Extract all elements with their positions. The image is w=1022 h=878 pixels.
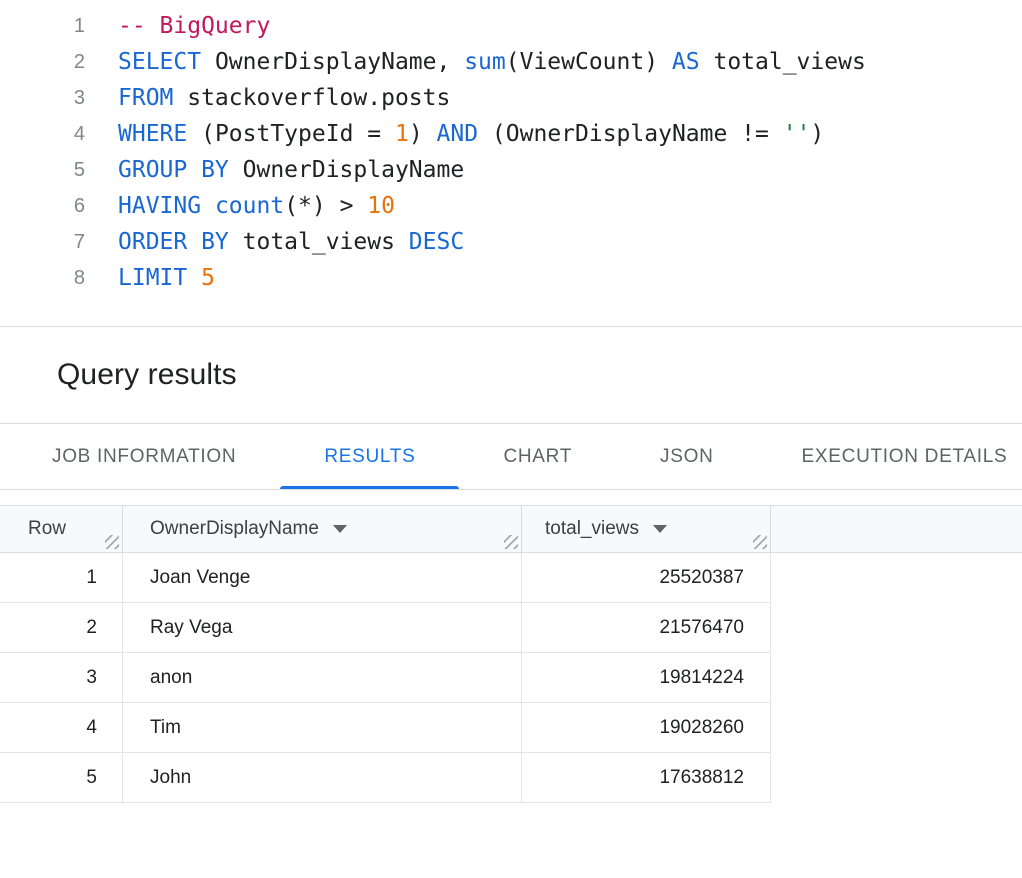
tab-job-information[interactable]: JOB INFORMATION bbox=[8, 424, 280, 489]
row-number-cell: 4 bbox=[0, 703, 123, 752]
line-number: 6 bbox=[0, 195, 85, 218]
code-token-number: 1 bbox=[395, 121, 409, 147]
tab-json[interactable]: JSON bbox=[616, 424, 757, 489]
row-number-cell: 1 bbox=[0, 553, 123, 602]
line-number: 7 bbox=[0, 231, 85, 254]
code-token-plain: OwnerDisplayName bbox=[229, 157, 464, 183]
column-header-row: Row bbox=[0, 506, 123, 552]
code-line[interactable]: 4 WHERE (PostTypeId = 1) AND (OwnerDispla… bbox=[0, 116, 1022, 152]
total-views-cell: 19028260 bbox=[522, 703, 771, 752]
code-text: LIMIT 5 bbox=[118, 265, 215, 291]
code-token-plain: stackoverflow.posts bbox=[173, 85, 450, 111]
code-text: FROM stackoverflow.posts bbox=[118, 85, 450, 111]
code-token-plain bbox=[201, 193, 215, 219]
code-token-plain: ) bbox=[409, 121, 437, 147]
code-text: WHERE (PostTypeId = 1) AND (OwnerDisplay… bbox=[118, 121, 824, 147]
tab-results[interactable]: RESULTS bbox=[280, 424, 459, 489]
code-line[interactable]: 5 GROUP BY OwnerDisplayName bbox=[0, 152, 1022, 188]
code-token-string: '' bbox=[783, 121, 811, 147]
total-views-cell: 21576470 bbox=[522, 603, 771, 652]
query-results-header: Query results bbox=[0, 327, 1022, 424]
total-views-cell: 17638812 bbox=[522, 753, 771, 802]
code-token-plain: (ViewCount) bbox=[506, 49, 672, 75]
total-views-cell: 25520387 bbox=[522, 553, 771, 602]
code-token-keyword: AND bbox=[437, 121, 479, 147]
row-number-cell: 2 bbox=[0, 603, 123, 652]
owner-display-name-cell: Ray Vega bbox=[123, 603, 522, 652]
code-line[interactable]: 3 FROM stackoverflow.posts bbox=[0, 80, 1022, 116]
code-token-keyword: LIMIT bbox=[118, 265, 187, 291]
results-tab-bar: JOB INFORMATIONRESULTSCHARTJSONEXECUTION… bbox=[0, 424, 1022, 490]
owner-display-name-cell: anon bbox=[123, 653, 522, 702]
table-header-row: Row OwnerDisplayName total_views bbox=[0, 505, 1022, 553]
owner-display-name-cell: Joan Venge bbox=[123, 553, 522, 602]
line-number: 2 bbox=[0, 51, 85, 74]
row-number-cell: 3 bbox=[0, 653, 123, 702]
tab-chart[interactable]: CHART bbox=[459, 424, 616, 489]
total-views-cell: 19814224 bbox=[522, 653, 771, 702]
code-line[interactable]: 6 HAVING count(*) > 10 bbox=[0, 188, 1022, 224]
code-token-function: count bbox=[215, 193, 284, 219]
code-line[interactable]: 1 -- BigQuery bbox=[0, 8, 1022, 44]
code-token-plain: (*) > bbox=[284, 193, 367, 219]
code-token-number: 10 bbox=[367, 193, 395, 219]
code-token-keyword: GROUP BY bbox=[118, 157, 229, 183]
code-token-comment: -- BigQuery bbox=[118, 13, 270, 39]
code-text: -- BigQuery bbox=[118, 13, 270, 39]
code-token-plain: total_views bbox=[229, 229, 409, 255]
query-results-title: Query results bbox=[57, 358, 237, 392]
owner-display-name-cell: John bbox=[123, 753, 522, 802]
code-text: SELECT OwnerDisplayName, sum(ViewCount) … bbox=[118, 49, 866, 75]
column-header-ownerdisplayname: OwnerDisplayName bbox=[123, 506, 522, 552]
table-row: 1Joan Venge25520387 bbox=[0, 553, 771, 603]
code-token-keyword: WHERE bbox=[118, 121, 187, 147]
line-number: 3 bbox=[0, 87, 85, 110]
code-token-keyword: SELECT bbox=[118, 49, 201, 75]
code-token-plain bbox=[187, 265, 201, 291]
table-row: 5John17638812 bbox=[0, 753, 771, 803]
code-line[interactable]: 2 SELECT OwnerDisplayName, sum(ViewCount)… bbox=[0, 44, 1022, 80]
column-dropdown-icon[interactable] bbox=[333, 525, 347, 533]
code-token-plain: (PostTypeId = bbox=[187, 121, 395, 147]
code-token-plain: (OwnerDisplayName != bbox=[478, 121, 783, 147]
sql-editor[interactable]: 1 -- BigQuery 2 SELECT OwnerDisplayName, su… bbox=[0, 0, 1022, 327]
column-header-label: total_views bbox=[545, 518, 639, 540]
header-filler bbox=[771, 506, 1022, 552]
column-header-total_views: total_views bbox=[522, 506, 771, 552]
code-token-plain: total_views bbox=[700, 49, 866, 75]
column-header-label: OwnerDisplayName bbox=[150, 518, 319, 540]
owner-display-name-cell: Tim bbox=[123, 703, 522, 752]
code-token-keyword: AS bbox=[672, 49, 700, 75]
code-text: ORDER BY total_views DESC bbox=[118, 229, 464, 255]
line-number: 5 bbox=[0, 159, 85, 182]
code-token-plain: OwnerDisplayName, bbox=[201, 49, 464, 75]
row-number-cell: 5 bbox=[0, 753, 123, 802]
table-row: 3anon19814224 bbox=[0, 653, 771, 703]
table-row: 4Tim19028260 bbox=[0, 703, 771, 753]
code-token-keyword: FROM bbox=[118, 85, 173, 111]
code-lines: 1 -- BigQuery 2 SELECT OwnerDisplayName, su… bbox=[0, 8, 1022, 296]
column-dropdown-icon[interactable] bbox=[653, 525, 667, 533]
code-line[interactable]: 7 ORDER BY total_views DESC bbox=[0, 224, 1022, 260]
code-token-keyword: DESC bbox=[409, 229, 464, 255]
code-token-plain: ) bbox=[810, 121, 824, 147]
tab-execution-details[interactable]: EXECUTION DETAILS bbox=[758, 424, 1022, 489]
table-row: 2Ray Vega21576470 bbox=[0, 603, 771, 653]
table-body: 1Joan Venge255203872Ray Vega215764703ano… bbox=[0, 553, 1022, 803]
line-number: 8 bbox=[0, 267, 85, 290]
code-text: GROUP BY OwnerDisplayName bbox=[118, 157, 464, 183]
column-resize-handle[interactable] bbox=[105, 535, 119, 549]
code-line[interactable]: 8 LIMIT 5 bbox=[0, 260, 1022, 296]
column-resize-handle[interactable] bbox=[753, 535, 767, 549]
code-token-number: 5 bbox=[201, 265, 215, 291]
line-number: 1 bbox=[0, 15, 85, 38]
code-token-keyword: HAVING bbox=[118, 193, 201, 219]
column-resize-handle[interactable] bbox=[504, 535, 518, 549]
code-text: HAVING count(*) > 10 bbox=[118, 193, 395, 219]
results-table: Row OwnerDisplayName total_views 1Joan Ven… bbox=[0, 505, 1022, 803]
line-number: 4 bbox=[0, 123, 85, 146]
code-token-keyword: ORDER BY bbox=[118, 229, 229, 255]
code-token-function: sum bbox=[464, 49, 506, 75]
column-header-label: Row bbox=[28, 518, 66, 540]
